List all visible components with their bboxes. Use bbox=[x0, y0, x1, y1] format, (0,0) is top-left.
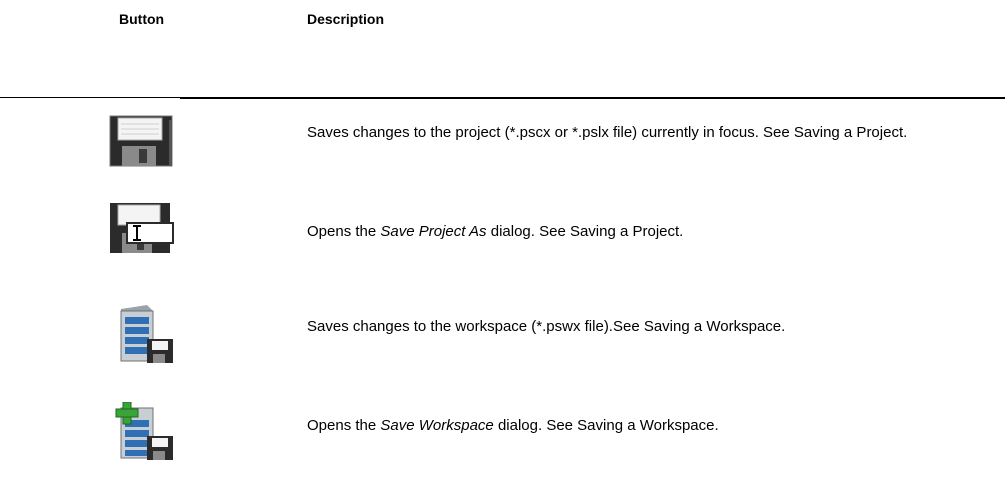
description-italic: Save Project As bbox=[380, 223, 487, 240]
header-divider-left bbox=[0, 97, 180, 98]
save-workspace-icon[interactable] bbox=[107, 305, 177, 365]
description-text-after: dialog. See Saving a Workspace. bbox=[493, 417, 719, 434]
description-text: Opens the bbox=[307, 223, 381, 240]
header-divider-right bbox=[180, 97, 1005, 99]
row-description: Saves changes to the project (*.pscx or … bbox=[307, 122, 977, 143]
description-text-after: dialog. See Saving a Project. bbox=[486, 223, 684, 240]
save-project-as-icon[interactable] bbox=[107, 195, 177, 255]
save-project-icon[interactable] bbox=[107, 112, 177, 172]
column-header-button: Button bbox=[119, 11, 165, 27]
row-description: Saves changes to the workspace (*.pswx f… bbox=[307, 316, 977, 337]
description-italic: Save Workspace bbox=[380, 417, 494, 434]
description-text: Opens the bbox=[307, 417, 381, 434]
row-description: Opens the Save Project As dialog. See Sa… bbox=[307, 221, 977, 242]
description-text: Saves changes to the project (*.pscx or … bbox=[307, 124, 908, 141]
column-header-description: Description bbox=[307, 11, 385, 27]
save-workspace-as-icon[interactable] bbox=[107, 401, 177, 462]
description-text: Saves changes to the workspace (*.pswx f… bbox=[307, 318, 786, 335]
row-description: Opens the Save Workspace dialog. See Sav… bbox=[307, 415, 977, 436]
